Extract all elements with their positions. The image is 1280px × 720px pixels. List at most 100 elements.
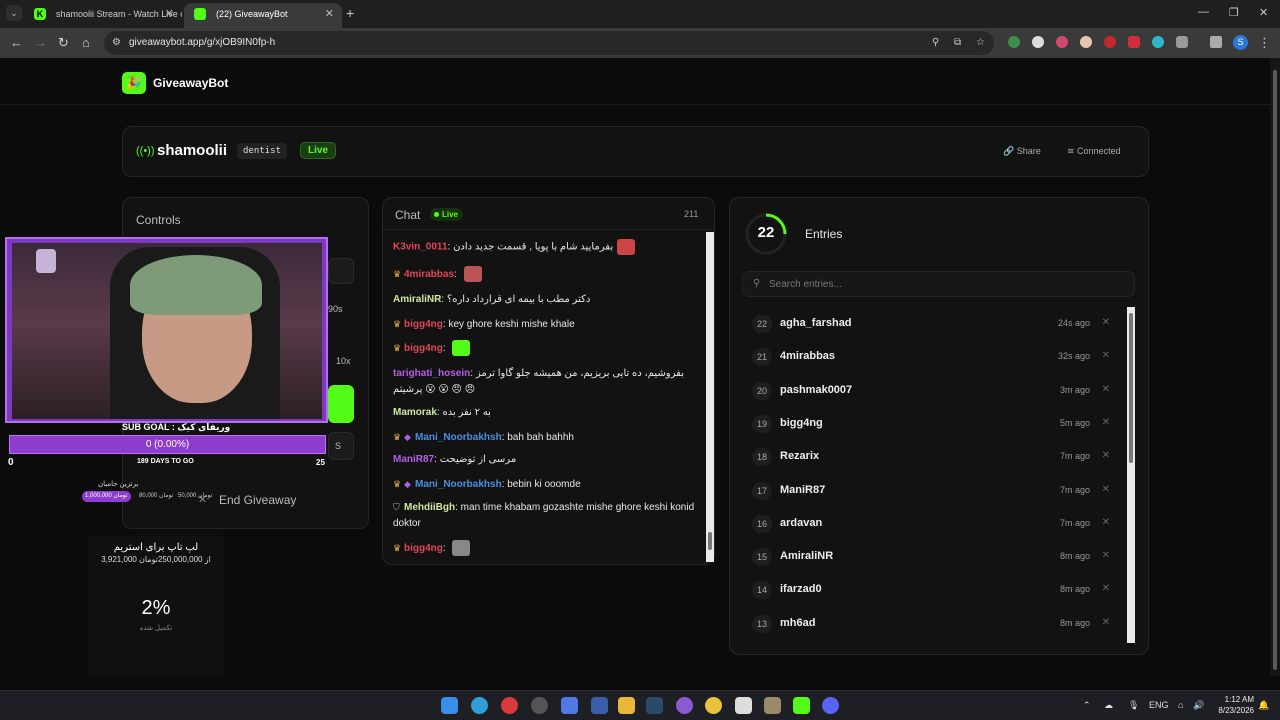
remove-entry-icon[interactable]: ✕ [1102, 583, 1110, 594]
forward-arrow-icon[interactable]: → [34, 35, 47, 50]
end-giveaway-button[interactable]: End Giveaway [219, 493, 296, 507]
entry-row[interactable]: 18 Rezarix 7m ago ✕ [752, 445, 1114, 469]
discord-icon[interactable] [822, 697, 839, 714]
maximize-icon[interactable]: ❐ [1229, 6, 1239, 19]
extension-icon[interactable] [1032, 36, 1044, 48]
control-field[interactable] [328, 258, 354, 284]
steam-icon[interactable] [646, 697, 663, 714]
extension-icon[interactable] [1152, 36, 1164, 48]
entries-scrollbar[interactable] [1127, 307, 1135, 643]
chat-username[interactable]: K3vin_0011 [393, 242, 448, 253]
control-small-label[interactable]: S [335, 441, 341, 451]
page-scrollbar[interactable] [1270, 58, 1280, 676]
app-icon[interactable] [735, 697, 752, 714]
entry-row[interactable]: 14 ifarzad0 8m ago ✕ [752, 578, 1114, 602]
app-icon[interactable] [764, 697, 781, 714]
onedrive-icon[interactable]: ☁ [1104, 700, 1113, 711]
entry-row[interactable]: 21 4mirabbas 32s ago ✕ [752, 345, 1114, 369]
volume-icon[interactable]: 🔊 [1193, 700, 1204, 711]
scroll-thumb[interactable] [1273, 70, 1277, 670]
app-icon[interactable] [531, 697, 548, 714]
scroll-thumb[interactable] [708, 532, 712, 550]
start-giveaway-button[interactable] [328, 385, 354, 423]
extension-icon[interactable] [1080, 36, 1092, 48]
brand-name[interactable]: GiveawayBot [153, 76, 228, 90]
browser-menu-icon[interactable]: ⋮ [1258, 35, 1271, 51]
remove-entry-icon[interactable]: ✕ [1102, 417, 1110, 428]
chat-username[interactable]: MehdiiBgh [404, 502, 455, 513]
remove-entry-icon[interactable]: ✕ [1102, 350, 1110, 361]
site-info-icon[interactable]: ⚙ [112, 37, 121, 48]
entry-row[interactable]: 20 pashmak0007 3m ago ✕ [752, 379, 1114, 403]
extensions-puzzle-icon[interactable] [1176, 36, 1188, 48]
tray-overflow-icon[interactable]: ⌃ [1083, 700, 1091, 711]
browser-tab-giveawaybot[interactable]: (22) GiveawayBot ✕ [184, 3, 342, 28]
remove-entry-icon[interactable]: ✕ [1102, 384, 1110, 395]
chat-username[interactable]: bigg4ng [404, 543, 443, 554]
reading-list-icon[interactable] [1210, 36, 1222, 48]
remove-entry-icon[interactable]: ✕ [1102, 317, 1110, 328]
chat-username[interactable]: AmiraliNR [393, 294, 441, 305]
entry-row[interactable]: 13 mh6ad 8m ago ✕ [752, 612, 1114, 636]
minimize-icon[interactable]: — [1198, 6, 1209, 18]
chat-username[interactable]: Mamorak [393, 407, 437, 418]
chrome-icon[interactable] [705, 697, 722, 714]
giveawaybot-app-icon[interactable] [793, 697, 810, 714]
tab-search-button[interactable]: ⌄ [6, 5, 22, 21]
entry-username: pashmak0007 [780, 383, 853, 396]
app-icon[interactable] [676, 697, 693, 714]
language-indicator[interactable]: ENG [1149, 700, 1169, 710]
start-menu-icon[interactable] [441, 697, 458, 714]
new-tab-plus-icon[interactable]: + [346, 5, 354, 21]
address-bar[interactable]: ⚙ giveawaybot.app/g/xjOB9IN0fp-h ⚲ ⧉ ☆ [104, 31, 994, 55]
network-icon[interactable]: ⌂ [1178, 700, 1183, 710]
chat-username[interactable]: ManiR87 [393, 454, 434, 465]
notifications-icon[interactable]: 🔔 [1258, 700, 1269, 711]
profile-avatar[interactable]: S [1233, 35, 1248, 50]
copilot-icon[interactable] [561, 697, 578, 714]
chat-scrollbar[interactable] [706, 232, 714, 562]
back-arrow-icon[interactable]: ← [10, 35, 23, 50]
file-explorer-icon[interactable] [618, 697, 635, 714]
home-icon[interactable]: ⌂ [82, 35, 90, 50]
entry-row[interactable]: 16 ardavan 7m ago ✕ [752, 512, 1114, 536]
remove-entry-icon[interactable]: ✕ [1102, 484, 1110, 495]
reload-icon[interactable]: ↻ [58, 35, 69, 51]
app-icon[interactable] [591, 697, 608, 714]
remove-entry-icon[interactable]: ✕ [1102, 550, 1110, 561]
extension-icon[interactable] [1104, 36, 1116, 48]
scroll-thumb[interactable] [1129, 313, 1133, 463]
bookmark-star-icon[interactable]: ☆ [976, 37, 985, 48]
chat-username[interactable]: 4mirabbas [404, 269, 454, 280]
extension-icon[interactable] [1008, 36, 1020, 48]
entry-row[interactable]: 15 AmiraliNR 8m ago ✕ [752, 545, 1114, 569]
browser-tab-kick[interactable]: K shamoolii Stream - Watch Live o ✕ [24, 3, 182, 28]
multiplier-option[interactable]: 10x [336, 356, 351, 366]
duration-option[interactable]: 90s [328, 304, 343, 314]
microphone-icon[interactable]: 🎙 [1128, 700, 1139, 711]
install-app-icon[interactable]: ⧉ [954, 37, 961, 48]
remove-entry-icon[interactable]: ✕ [1102, 450, 1110, 461]
entry-row[interactable]: 17 ManiR87 7m ago ✕ [752, 479, 1114, 503]
extension-icon[interactable] [1056, 36, 1068, 48]
giveawaybot-logo-icon[interactable]: 🎉 [122, 72, 146, 94]
search-entries-input[interactable] [769, 272, 1129, 296]
chat-username[interactable]: Mani_Noorbakhsh [415, 432, 502, 443]
zoom-icon[interactable]: ⚲ [932, 37, 939, 48]
system-clock[interactable]: 1:12 AM 8/23/2026 [1212, 694, 1254, 716]
edge-icon[interactable] [471, 697, 488, 714]
remove-entry-icon[interactable]: ✕ [1102, 517, 1110, 528]
chat-username[interactable]: bigg4ng [404, 319, 443, 330]
extension-icon[interactable] [1128, 36, 1140, 48]
close-tab-icon[interactable]: ✕ [165, 3, 174, 25]
close-window-icon[interactable]: ✕ [1259, 6, 1268, 19]
chat-username[interactable]: bigg4ng [404, 343, 443, 354]
close-tab-icon[interactable]: ✕ [325, 3, 334, 25]
app-icon[interactable] [501, 697, 518, 714]
entry-row[interactable]: 22 agha_farshad 24s ago ✕ [752, 312, 1114, 336]
remove-entry-icon[interactable]: ✕ [1102, 617, 1110, 628]
entry-row[interactable]: 19 bigg4ng 5m ago ✕ [752, 412, 1114, 436]
chat-username[interactable]: Mani_Noorbakhsh [415, 479, 502, 490]
share-button[interactable]: 🔗 Share [1003, 146, 1041, 157]
chat-username[interactable]: tarighati_hosein [393, 368, 470, 379]
